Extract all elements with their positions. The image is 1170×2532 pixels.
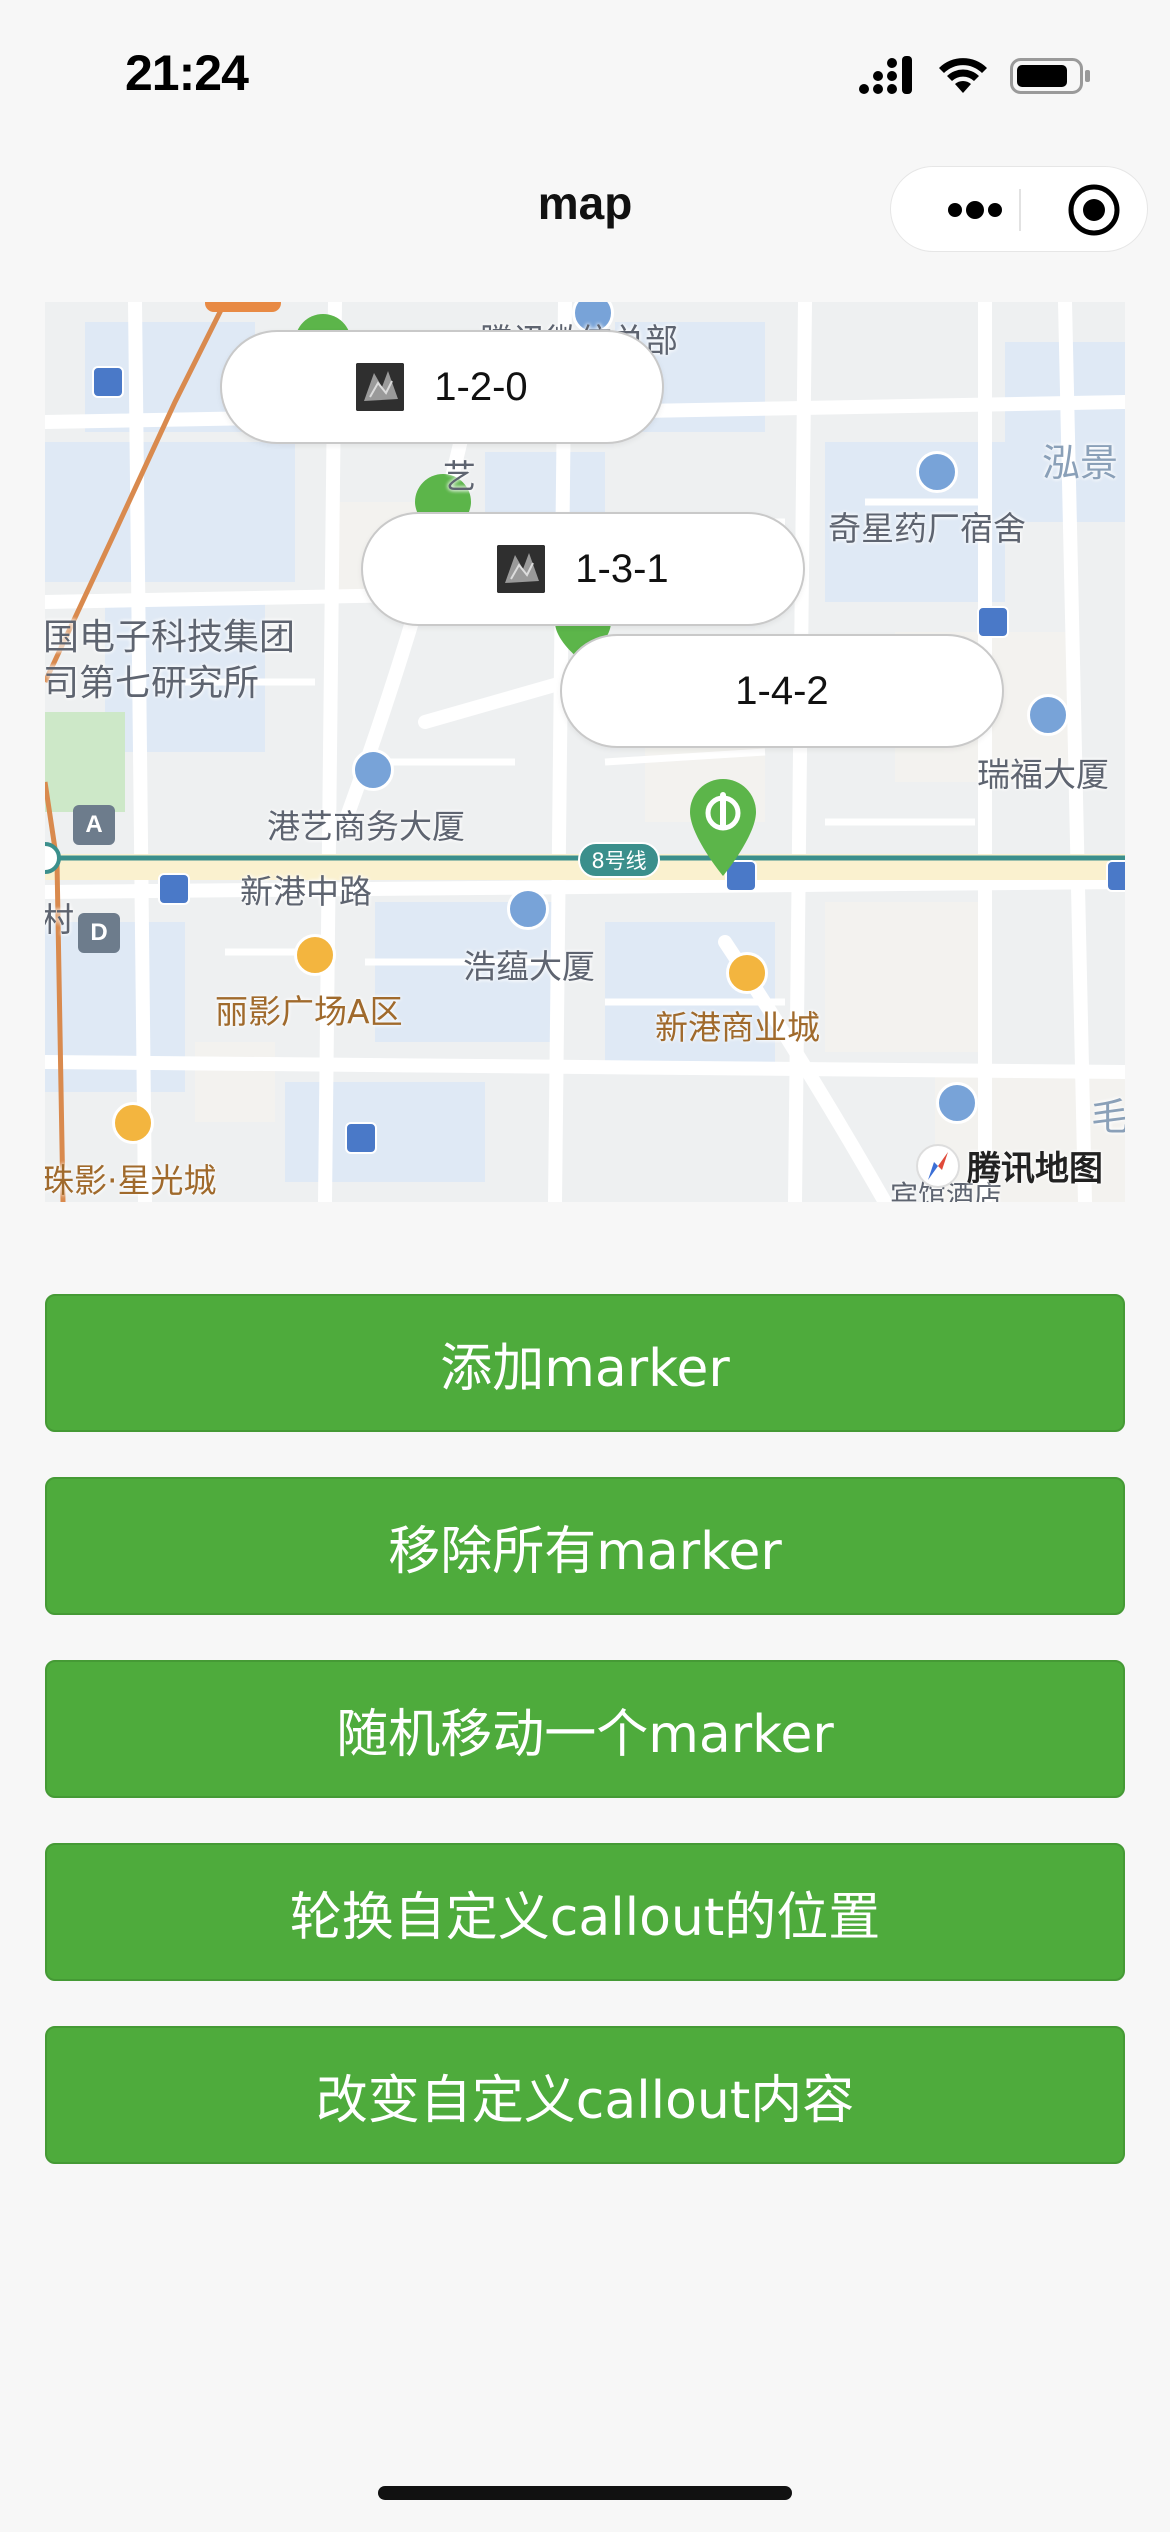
map-logo-text: 腾讯地图 [967, 1149, 1103, 1189]
map-label: 新港中路 [240, 872, 372, 911]
wifi-icon [938, 57, 988, 99]
metro-line-badge: 8号线 [578, 842, 660, 878]
map-label: 丽影广场A区 [215, 992, 403, 1031]
map-label: 新港商业城 [655, 1008, 820, 1047]
map-label: 国电子科技集团 [45, 617, 296, 658]
map-label: 艺 [443, 457, 476, 496]
bus-stop-icon [158, 873, 190, 905]
status-icons [858, 54, 1092, 102]
poi-building-icon [1027, 694, 1069, 736]
add-marker-button[interactable]: 添加marker [45, 1294, 1125, 1432]
mini-program-capsule [890, 166, 1148, 252]
poi-building-icon [507, 888, 549, 930]
callout-text: 1-4-2 [735, 668, 829, 713]
change-callout-content-button[interactable]: 改变自定义callout内容 [45, 2026, 1125, 2164]
map-label: 村 [45, 900, 74, 939]
metro-exit-a: A [73, 805, 115, 845]
poi-shopping-icon [726, 952, 768, 994]
battery-icon [1010, 56, 1092, 100]
map-marker-icon[interactable] [688, 778, 758, 878]
marker-callout[interactable]: 1-3-1 [361, 512, 805, 626]
metro-exit-d: D [78, 913, 120, 953]
bus-stop-icon [92, 366, 124, 398]
callout-text: 1-3-1 [575, 546, 669, 591]
remove-all-markers-button[interactable]: 移除所有marker [45, 1477, 1125, 1615]
callout-image [356, 363, 405, 411]
compass-icon[interactable] [915, 1143, 961, 1189]
map-logo: 腾讯地图 [915, 1141, 1103, 1190]
callout-image [497, 545, 546, 593]
map-label: 浩蕴大厦 [463, 947, 595, 986]
target-icon[interactable] [1051, 167, 1137, 253]
capsule-divider [1019, 189, 1021, 231]
rotate-callout-position-button[interactable]: 轮换自定义callout的位置 [45, 1843, 1125, 1981]
home-indicator [378, 2486, 792, 2500]
poi-shopping-icon [112, 1102, 154, 1144]
bus-stop-icon [977, 606, 1009, 638]
poi-shopping-icon [294, 934, 336, 976]
marker-callout[interactable]: 1-2-0 [220, 330, 664, 444]
marker-callout[interactable]: 1-4-2 [560, 634, 1004, 748]
map-label: 奇星药厂宿舍 [828, 509, 1026, 548]
status-bar: 21:24 [0, 0, 1170, 140]
map-label: 港艺商务大厦 [267, 807, 465, 846]
callout-text: 1-2-0 [434, 364, 528, 409]
map-label: 珠影·星光城 [45, 1161, 217, 1200]
map-label: 瑞福大厦 [977, 755, 1109, 794]
bus-stop-icon [1106, 860, 1125, 892]
poi-building-icon [352, 749, 394, 791]
map-view[interactable]: A D 8号线 腾讯微信总部 艺 奇星药厂宿舍 泓景 国电子科技集团 司第七研究… [45, 302, 1125, 1202]
move-random-marker-button[interactable]: 随机移动一个marker [45, 1660, 1125, 1798]
map-label: 泓景 [1042, 441, 1119, 485]
map-label: 司第七研究所 [45, 663, 260, 704]
map-label: 毛 [1091, 1095, 1125, 1139]
cellular-signal-icon [858, 56, 916, 100]
status-time: 21:24 [125, 45, 249, 101]
bus-stop-icon [345, 1122, 377, 1154]
more-icon[interactable] [929, 167, 1021, 253]
poi-hotel-icon [936, 1082, 978, 1124]
poi-building-icon [916, 451, 958, 493]
